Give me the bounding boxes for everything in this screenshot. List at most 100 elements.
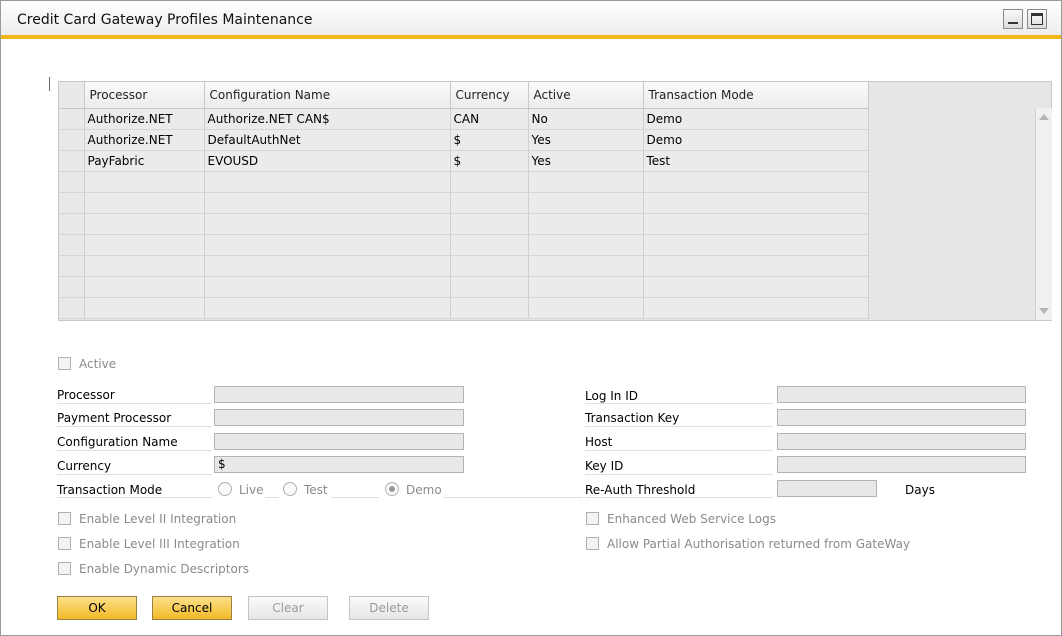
cell-configuration-name[interactable]: Authorize.NET CAN$ [204, 108, 451, 130]
cell-transaction-mode[interactable] [643, 297, 869, 319]
ok-button[interactable]: OK [57, 596, 137, 620]
host-field[interactable] [777, 433, 1026, 450]
mode-test-label[interactable]: Test [304, 483, 328, 497]
level2-checkbox[interactable] [58, 512, 71, 525]
level3-checkbox[interactable] [58, 537, 71, 550]
grid-scrollbar[interactable] [1035, 108, 1052, 320]
column-header-transaction-mode[interactable]: Transaction Mode [643, 82, 869, 109]
cell-currency[interactable] [450, 171, 529, 193]
column-header-active[interactable]: Active [528, 82, 644, 109]
cell-transaction-mode[interactable] [643, 255, 869, 277]
mode-test-radio[interactable] [283, 482, 297, 496]
configuration-name-field[interactable] [214, 433, 464, 450]
table-row[interactable] [59, 171, 869, 193]
row-header[interactable] [59, 276, 85, 298]
key-id-field[interactable] [777, 456, 1026, 473]
row-header[interactable] [59, 150, 85, 172]
table-row[interactable] [59, 213, 869, 235]
cancel-button[interactable]: Cancel [152, 596, 232, 620]
cell-currency[interactable] [450, 213, 529, 235]
payment-processor-field[interactable] [214, 409, 464, 426]
cell-active[interactable] [528, 171, 644, 193]
transaction-key-field[interactable] [777, 409, 1026, 426]
cell-active[interactable] [528, 234, 644, 256]
cell-transaction-mode[interactable] [643, 171, 869, 193]
cell-processor[interactable] [84, 255, 205, 277]
delete-button[interactable]: Delete [349, 596, 429, 620]
cell-currency[interactable] [450, 255, 529, 277]
table-row[interactable] [59, 297, 869, 319]
cell-configuration-name[interactable]: DefaultAuthNet [204, 129, 451, 151]
cell-processor[interactable] [84, 297, 205, 319]
cell-active[interactable]: No [528, 108, 644, 130]
cell-transaction-mode[interactable] [643, 192, 869, 214]
cell-processor[interactable] [84, 213, 205, 235]
minimize-button[interactable] [1003, 9, 1023, 29]
reauth-threshold-field[interactable] [777, 480, 877, 497]
row-header[interactable] [59, 234, 85, 256]
column-header-configuration-name[interactable]: Configuration Name [204, 82, 451, 109]
table-row[interactable]: PayFabric EVOUSD $ Yes Test [59, 150, 869, 172]
table-row[interactable] [59, 276, 869, 298]
table-row[interactable]: Authorize.NET DefaultAuthNet $ Yes Demo [59, 129, 869, 151]
scroll-down-icon[interactable] [1039, 308, 1049, 314]
row-header[interactable] [59, 297, 85, 319]
cell-active[interactable] [528, 276, 644, 298]
cell-transaction-mode[interactable] [643, 276, 869, 298]
row-header[interactable] [59, 108, 85, 130]
mode-demo-label[interactable]: Demo [406, 483, 442, 497]
row-header[interactable] [59, 213, 85, 235]
active-checkbox[interactable] [58, 357, 71, 370]
table-row[interactable] [59, 255, 869, 277]
row-header[interactable] [59, 192, 85, 214]
cell-processor[interactable]: Authorize.NET [84, 108, 205, 130]
column-header-processor[interactable]: Processor [84, 82, 205, 109]
table-row[interactable] [59, 192, 869, 214]
title-bar[interactable]: Credit Card Gateway Profiles Maintenance [1, 1, 1061, 39]
cell-processor[interactable] [84, 192, 205, 214]
profiles-grid[interactable]: Processor Configuration Name Currency Ac… [58, 81, 1052, 321]
cell-configuration-name[interactable] [204, 276, 451, 298]
cell-active[interactable] [528, 192, 644, 214]
scroll-up-icon[interactable] [1039, 114, 1049, 120]
cell-processor[interactable] [84, 276, 205, 298]
cell-transaction-mode[interactable] [643, 234, 869, 256]
maximize-button[interactable] [1027, 9, 1047, 29]
cell-transaction-mode[interactable]: Demo [643, 108, 869, 130]
cell-configuration-name[interactable] [204, 234, 451, 256]
login-id-field[interactable] [777, 386, 1026, 403]
cell-processor[interactable] [84, 234, 205, 256]
table-row[interactable]: Authorize.NET Authorize.NET CAN$ CAN No Demo [59, 108, 869, 130]
cell-active[interactable]: Yes [528, 129, 644, 151]
column-header-currency[interactable]: Currency [450, 82, 529, 109]
row-header[interactable] [59, 129, 85, 151]
currency-field[interactable]: $ [214, 456, 464, 473]
cell-active[interactable] [528, 255, 644, 277]
cell-currency[interactable] [450, 276, 529, 298]
cell-configuration-name[interactable] [204, 192, 451, 214]
mode-live-label[interactable]: Live [239, 483, 264, 497]
clear-button[interactable]: Clear [248, 596, 328, 620]
cell-configuration-name[interactable]: EVOUSD [204, 150, 451, 172]
partial-auth-checkbox[interactable] [586, 537, 599, 550]
cell-processor[interactable]: PayFabric [84, 150, 205, 172]
cell-currency[interactable] [450, 297, 529, 319]
cell-currency[interactable] [450, 234, 529, 256]
table-row[interactable] [59, 234, 869, 256]
cell-active[interactable] [528, 297, 644, 319]
cell-active[interactable] [528, 213, 644, 235]
cell-processor[interactable] [84, 171, 205, 193]
cell-processor[interactable]: Authorize.NET [84, 129, 205, 151]
row-header[interactable] [59, 255, 85, 277]
cell-currency[interactable]: $ [450, 150, 529, 172]
mode-demo-radio[interactable] [385, 482, 399, 496]
row-header[interactable] [59, 171, 85, 193]
cell-configuration-name[interactable] [204, 255, 451, 277]
processor-field[interactable] [214, 386, 464, 403]
cell-configuration-name[interactable] [204, 297, 451, 319]
cell-currency[interactable]: $ [450, 129, 529, 151]
cell-transaction-mode[interactable] [643, 213, 869, 235]
web-service-logs-checkbox[interactable] [586, 512, 599, 525]
mode-live-radio[interactable] [218, 482, 232, 496]
dynamic-descriptors-checkbox[interactable] [58, 562, 71, 575]
